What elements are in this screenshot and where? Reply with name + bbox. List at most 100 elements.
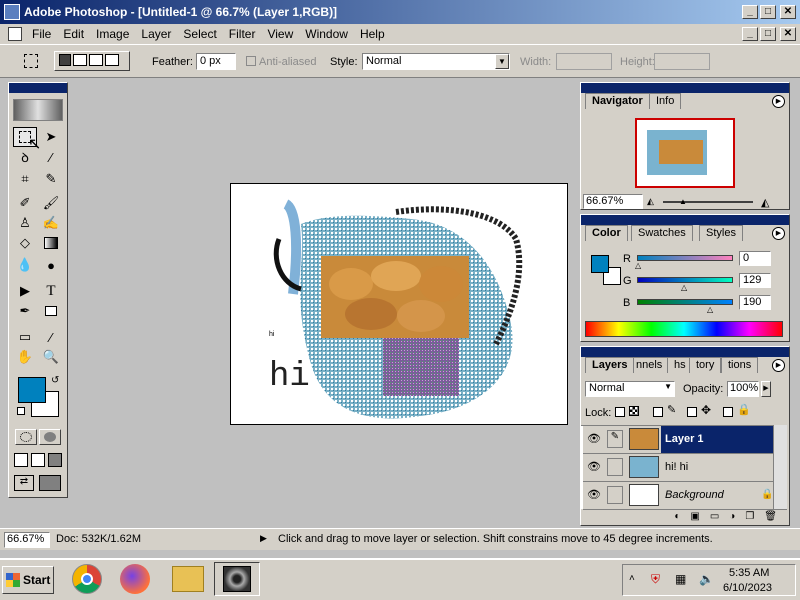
palette-menu-icon[interactable]: ▶ bbox=[772, 95, 785, 108]
minimize-button[interactable]: _ bbox=[742, 5, 758, 19]
delete-layer-icon[interactable]: 🗑 bbox=[764, 511, 777, 525]
doc-restore-button[interactable]: □ bbox=[760, 27, 776, 41]
screen-mode-standard-icon[interactable] bbox=[14, 453, 28, 467]
pen-tool-icon[interactable]: ✒ bbox=[13, 301, 37, 321]
new-selection-icon[interactable] bbox=[59, 54, 71, 66]
antialias-checkbox[interactable] bbox=[246, 56, 256, 66]
color-spectrum-bar[interactable] bbox=[585, 321, 783, 337]
navigator-thumbnail[interactable] bbox=[635, 118, 735, 188]
marquee-preset-icon[interactable] bbox=[24, 54, 38, 68]
slice-tool-icon[interactable]: ✎ bbox=[39, 169, 63, 189]
move-tool-icon[interactable]: ➤ bbox=[39, 127, 63, 147]
tray-date[interactable]: 6/10/2023 bbox=[723, 582, 772, 594]
red-slider-thumb-icon[interactable]: △ bbox=[635, 261, 641, 270]
layer-mask-icon[interactable]: ▣ bbox=[690, 511, 699, 525]
blend-mode-select[interactable]: Normal ▼ bbox=[585, 381, 675, 397]
default-colors-icon[interactable] bbox=[17, 407, 25, 415]
add-selection-icon[interactable] bbox=[73, 54, 87, 66]
tab-navigator[interactable]: Navigator bbox=[585, 93, 650, 109]
start-button[interactable]: Start bbox=[2, 566, 54, 594]
red-value-input[interactable]: 0 bbox=[739, 251, 771, 266]
layer-link-box[interactable] bbox=[607, 486, 623, 504]
tab-history[interactable]: tory bbox=[689, 357, 722, 373]
green-value-input[interactable]: 129 bbox=[739, 273, 771, 288]
screen-mode-menubar-icon[interactable] bbox=[31, 453, 45, 467]
menu-file[interactable]: File bbox=[26, 27, 57, 41]
history-brush-tool-icon[interactable]: ✍ bbox=[39, 213, 63, 233]
width-input[interactable] bbox=[556, 53, 612, 70]
document-canvas[interactable]: hi hi bbox=[230, 183, 568, 425]
dodge-tool-icon[interactable]: ● bbox=[39, 255, 63, 275]
lock-pixels-checkbox[interactable] bbox=[653, 407, 663, 417]
clone-stamp-tool-icon[interactable]: ♙ bbox=[13, 213, 37, 233]
firefox-icon[interactable] bbox=[120, 564, 150, 594]
layers-scrollbar[interactable] bbox=[773, 425, 787, 509]
quick-mask-mode-icon[interactable] bbox=[39, 429, 61, 445]
tab-layers[interactable]: Layers bbox=[585, 357, 635, 373]
adobe-eye-icon[interactable] bbox=[13, 99, 63, 121]
layer-visibility-eye-icon[interactable]: 👁 bbox=[587, 488, 601, 501]
crop-tool-icon[interactable]: ⌗ bbox=[13, 169, 37, 189]
subtract-selection-icon[interactable] bbox=[89, 54, 103, 66]
zoom-tool-icon[interactable]: 🔍 bbox=[39, 347, 63, 367]
zoom-out-icon[interactable]: ◭ bbox=[647, 196, 654, 207]
navigator-zoom-slider[interactable] bbox=[663, 201, 753, 203]
layer-row-background[interactable]: 👁 Background 🔒 bbox=[583, 482, 787, 510]
layer-link-box[interactable] bbox=[607, 458, 623, 476]
healing-brush-tool-icon[interactable]: ✐ bbox=[13, 193, 37, 213]
menu-window[interactable]: Window bbox=[299, 27, 354, 41]
layers-palette-menu-icon[interactable]: ▶ bbox=[772, 359, 785, 372]
menu-edit[interactable]: Edit bbox=[57, 27, 90, 41]
screen-mode-full-icon[interactable] bbox=[48, 453, 62, 467]
close-button[interactable]: ✕ bbox=[780, 5, 796, 19]
gradient-tool-icon[interactable] bbox=[39, 233, 63, 253]
brush-tool-icon[interactable]: 🖌 bbox=[39, 193, 63, 213]
layer-style-icon[interactable]: ◐ bbox=[674, 511, 680, 525]
rectangle-shape-tool-icon[interactable] bbox=[39, 301, 63, 321]
zoom-slider-thumb-icon[interactable]: ▲ bbox=[679, 197, 687, 206]
foreground-color-swatch-top[interactable] bbox=[18, 377, 46, 403]
layer-row-hi[interactable]: 👁 hi! hi bbox=[583, 454, 787, 482]
tray-expand-icon[interactable]: ˄ bbox=[629, 573, 635, 584]
feather-input[interactable]: 0 px bbox=[196, 53, 236, 70]
standard-mode-icon[interactable] bbox=[15, 429, 37, 445]
blend-dropdown-arrow-icon[interactable]: ▼ bbox=[664, 382, 672, 391]
tab-color[interactable]: Color bbox=[585, 225, 628, 241]
tray-security-icon[interactable]: ⛨ bbox=[651, 572, 660, 587]
lock-transparency-checkbox[interactable] bbox=[615, 407, 625, 417]
color-palette-menu-icon[interactable]: ▶ bbox=[772, 227, 785, 240]
layer-visibility-eye-icon[interactable]: 👁 bbox=[587, 460, 601, 473]
layer-brush-icon[interactable]: ✎ bbox=[607, 430, 623, 448]
eyedropper-tool-icon[interactable]: ⁄ bbox=[39, 327, 63, 347]
swap-colors-icon[interactable]: ↺ bbox=[51, 375, 59, 386]
blur-tool-icon[interactable]: 💧 bbox=[13, 255, 37, 275]
imageready-app-icon[interactable] bbox=[39, 475, 61, 491]
adjustment-layer-icon[interactable]: ◑ bbox=[729, 511, 735, 525]
color-fg-swatch[interactable] bbox=[591, 255, 609, 273]
lock-position-checkbox[interactable] bbox=[687, 407, 697, 417]
blue-slider-thumb-icon[interactable]: △ bbox=[707, 305, 713, 314]
opacity-input[interactable]: 100% bbox=[727, 381, 759, 397]
menu-help[interactable]: Help bbox=[354, 27, 391, 41]
status-doc-size[interactable]: Doc: 532K/1.62M bbox=[56, 533, 141, 545]
blue-slider[interactable] bbox=[637, 299, 733, 305]
status-zoom-input[interactable]: 66.67% bbox=[4, 532, 50, 548]
height-input[interactable] bbox=[654, 53, 710, 70]
navigator-zoom-input[interactable]: 66.67% bbox=[583, 194, 643, 209]
tray-time[interactable]: 5:35 AM bbox=[729, 567, 769, 579]
menu-select[interactable]: Select bbox=[177, 27, 222, 41]
tab-styles[interactable]: Styles bbox=[699, 225, 743, 241]
eraser-tool-icon[interactable]: ◇ bbox=[13, 233, 37, 253]
tab-info[interactable]: Info bbox=[649, 93, 682, 109]
tab-actions[interactable]: tions bbox=[721, 357, 759, 373]
path-selection-tool-icon[interactable]: ▶ bbox=[13, 281, 37, 301]
tray-network-icon[interactable]: ▦ bbox=[675, 572, 686, 586]
green-slider-thumb-icon[interactable]: △ bbox=[681, 283, 687, 292]
maximize-button[interactable]: □ bbox=[760, 5, 776, 19]
intersect-selection-icon[interactable] bbox=[105, 54, 119, 66]
style-select[interactable]: Normal ▼ bbox=[362, 53, 510, 70]
magic-wand-tool-icon[interactable]: ⁄ bbox=[39, 147, 63, 167]
jump-to-imageready-icon[interactable]: ⇄ bbox=[14, 475, 34, 491]
doc-minimize-button[interactable]: _ bbox=[742, 27, 758, 41]
layer-visibility-eye-icon[interactable]: 👁 bbox=[587, 432, 601, 445]
